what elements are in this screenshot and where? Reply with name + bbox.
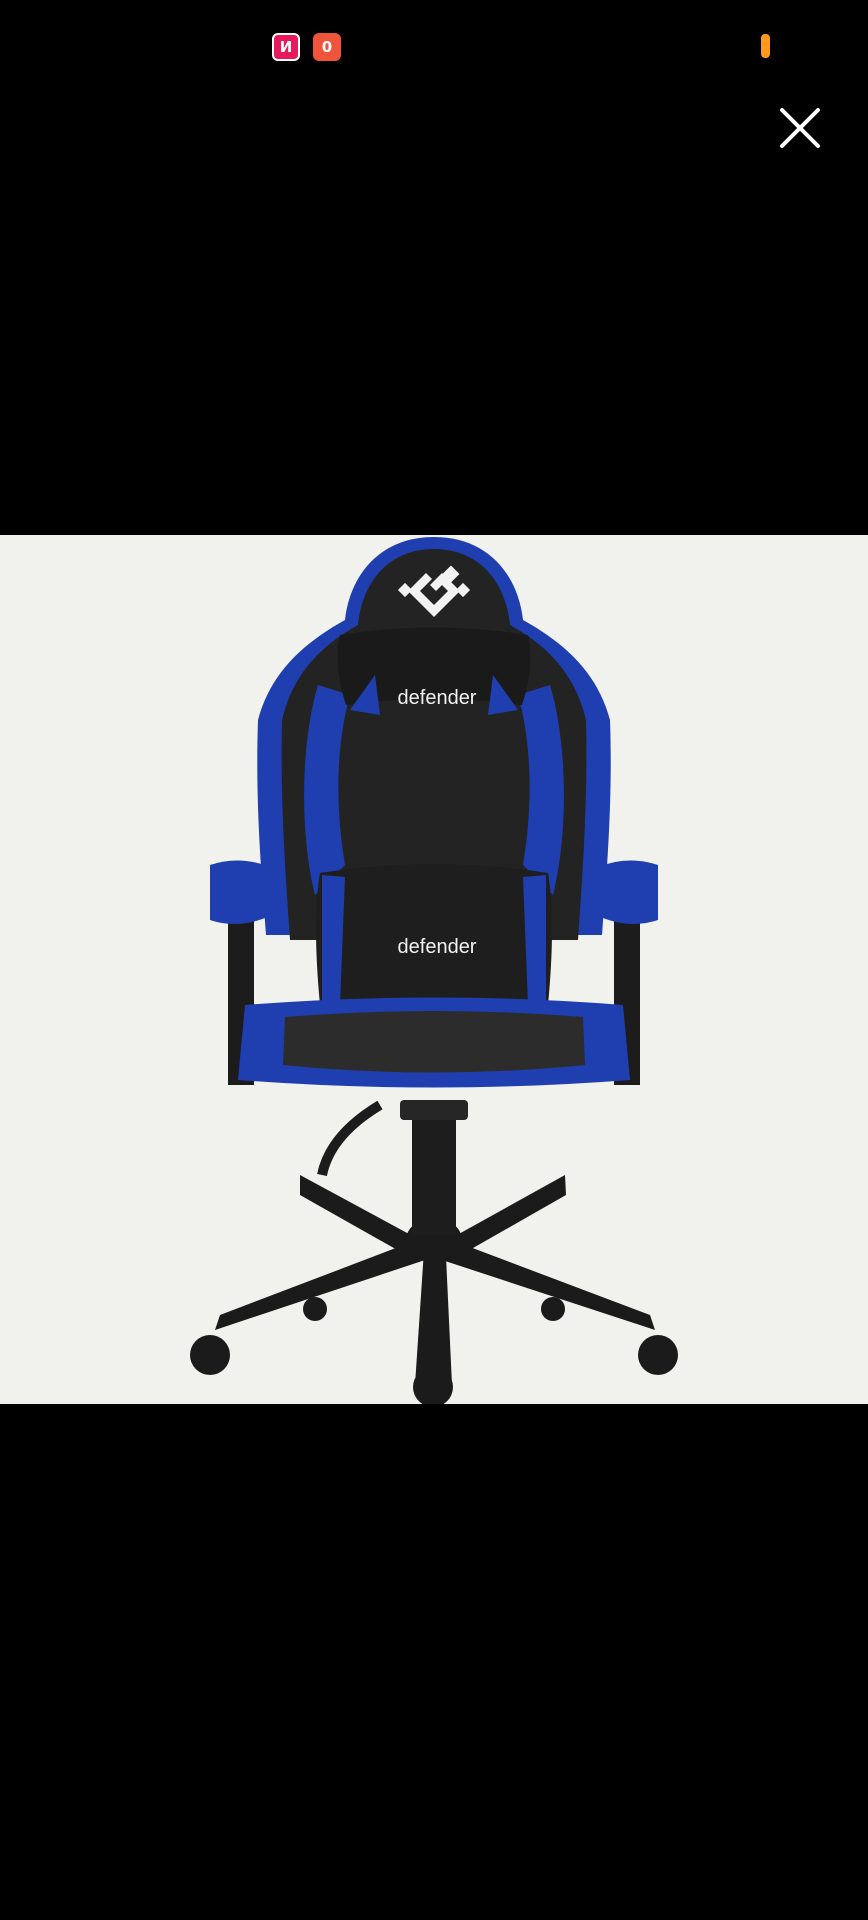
- close-icon: [780, 108, 820, 148]
- image-viewer[interactable]: defender defender: [0, 535, 868, 1404]
- product-image: defender defender: [190, 537, 678, 1404]
- lumbar-pillow: defender: [316, 864, 552, 1009]
- gas-cylinder: [412, 1110, 456, 1235]
- close-button[interactable]: [776, 104, 824, 152]
- headrest-brand: defender: [398, 687, 477, 709]
- chair-seat: [238, 997, 630, 1088]
- headrest-pillow: defender: [337, 627, 531, 715]
- lumbar-brand: defender: [398, 936, 477, 958]
- status-bar: И 0: [0, 0, 868, 90]
- notification-app-icon: 0: [313, 33, 341, 61]
- notification-app-icon: И: [272, 33, 300, 61]
- battery-indicator: [761, 34, 770, 58]
- height-lever: [317, 1100, 383, 1177]
